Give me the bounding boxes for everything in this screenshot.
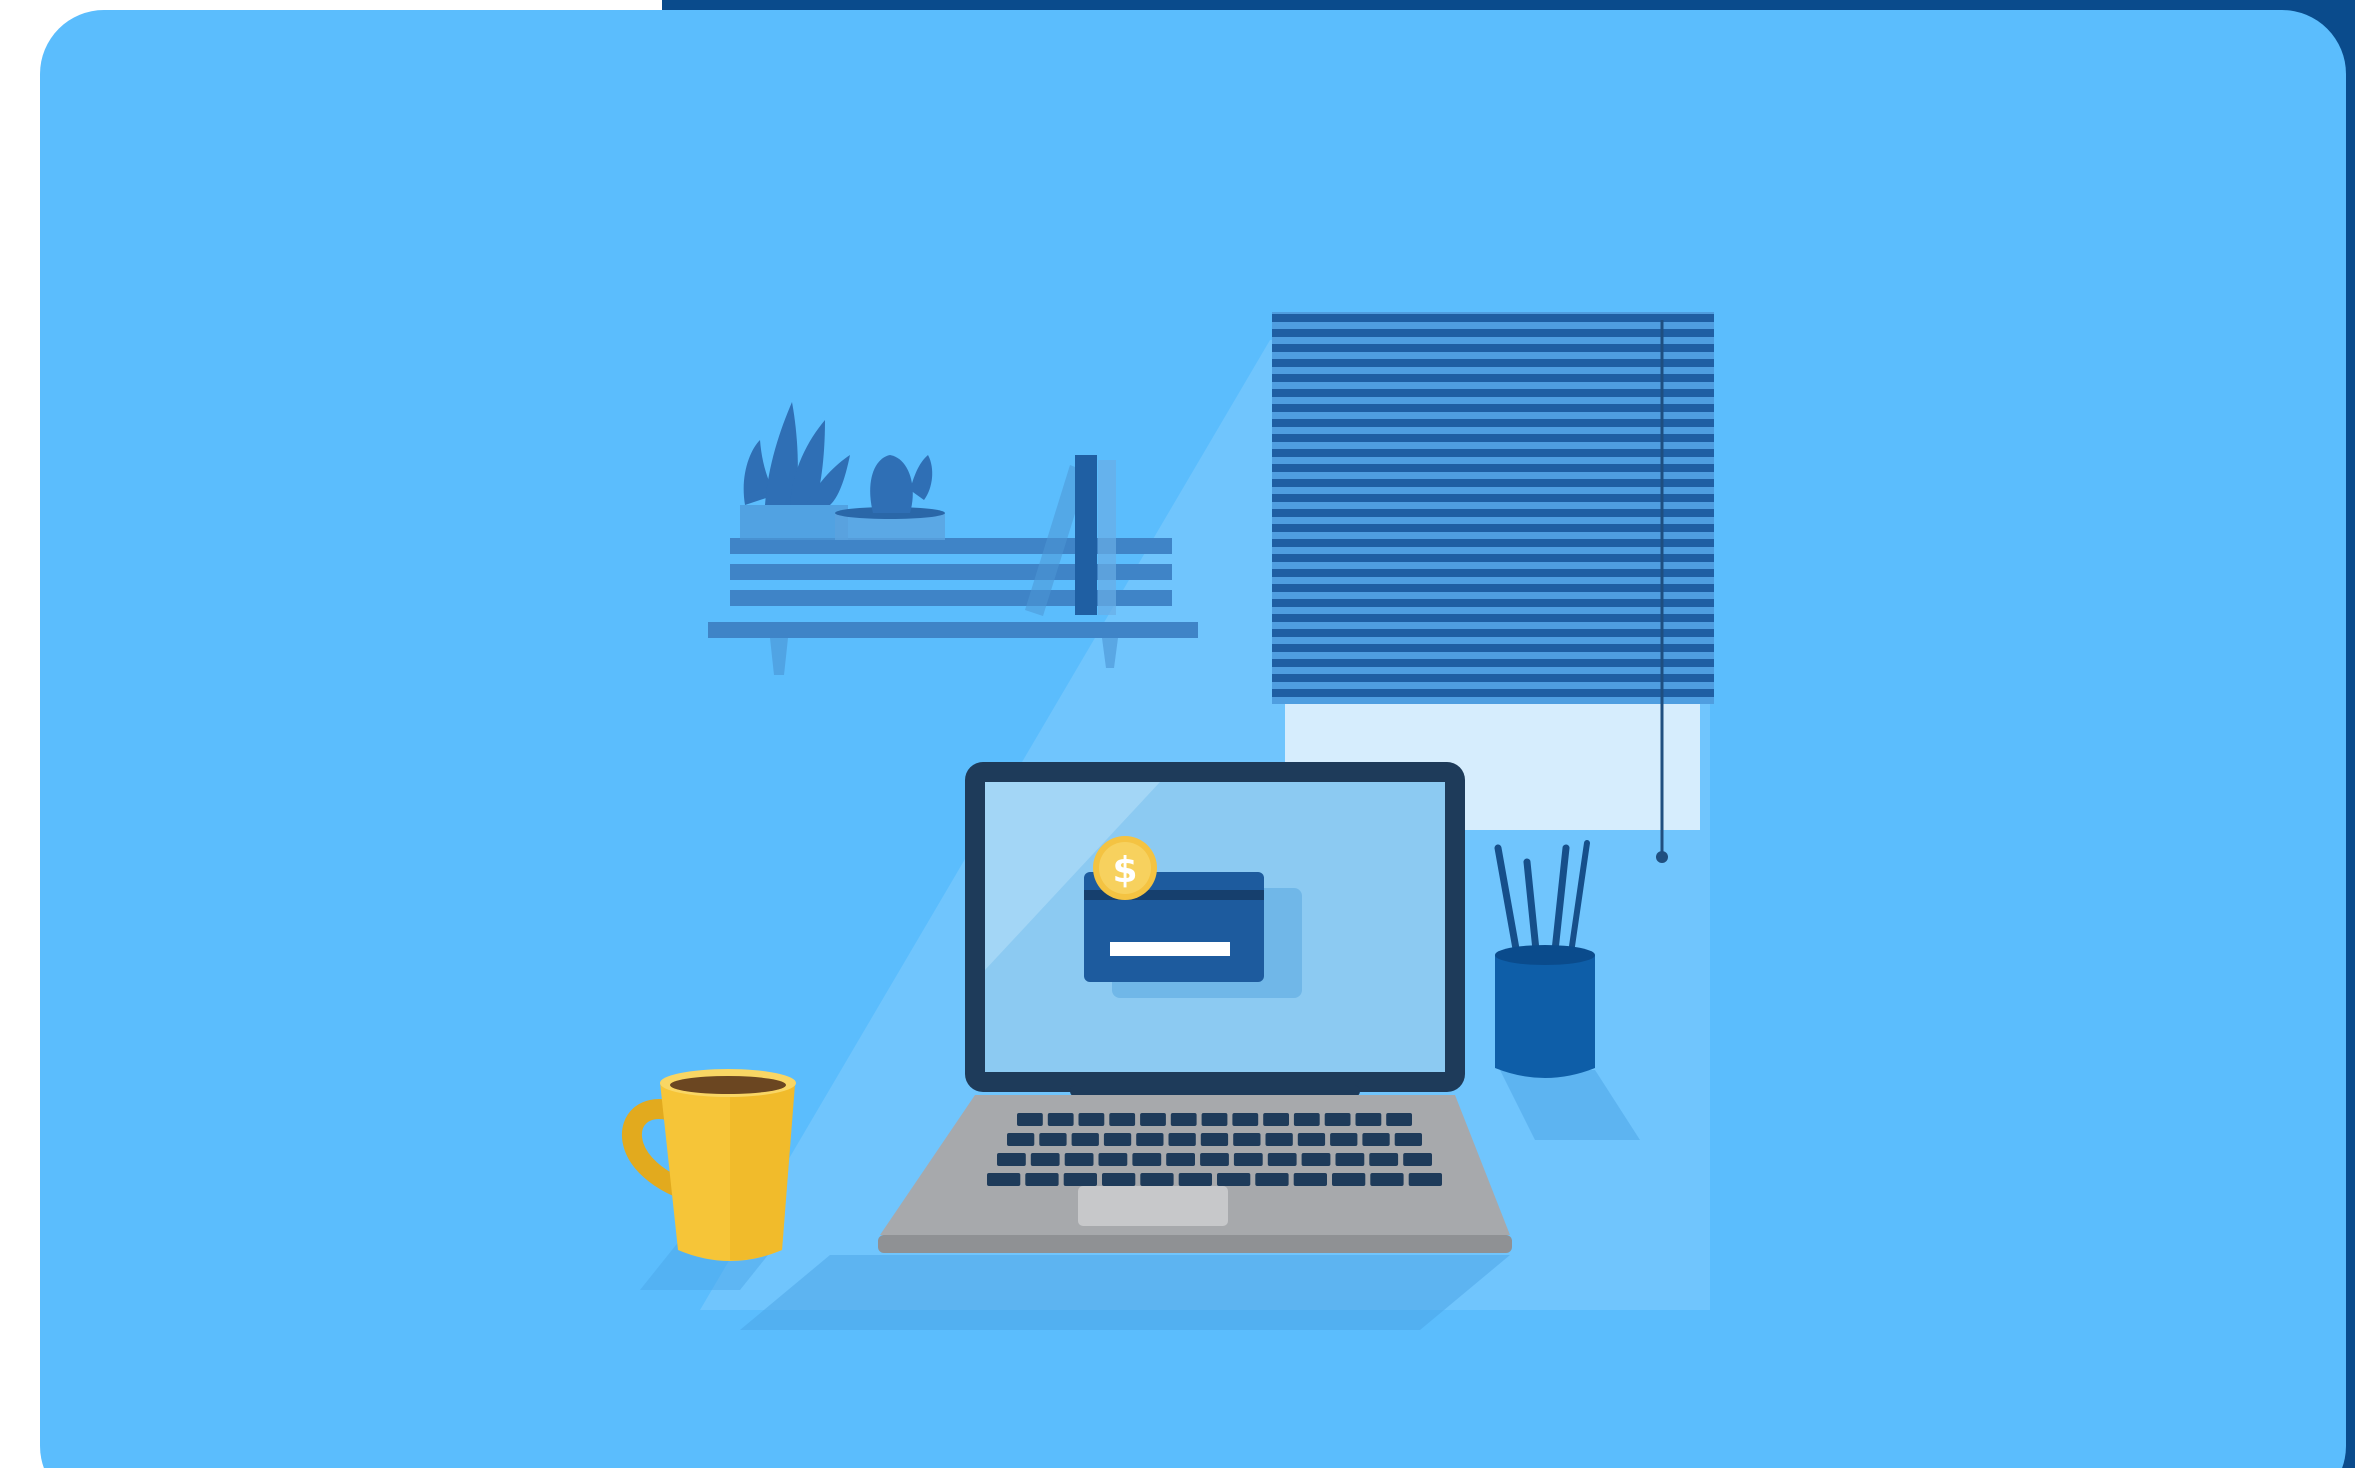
keyboard-key bbox=[1301, 1153, 1331, 1166]
blind-slat bbox=[1272, 374, 1714, 382]
keyboard-key bbox=[1025, 1173, 1059, 1186]
keyboard-key bbox=[1293, 1173, 1327, 1186]
keyboard-key bbox=[1297, 1133, 1326, 1146]
keyboard-key bbox=[1324, 1113, 1351, 1126]
keyboard-key bbox=[1136, 1133, 1164, 1146]
hero-card: $ bbox=[40, 10, 2346, 1468]
blind-slat bbox=[1272, 524, 1714, 532]
keyboard-key bbox=[1200, 1153, 1229, 1166]
keyboard-key bbox=[1047, 1113, 1074, 1126]
blind-slat bbox=[1272, 314, 1714, 322]
keyboard-key bbox=[1103, 1133, 1132, 1146]
keyboard-key bbox=[1017, 1113, 1043, 1126]
blind-slat bbox=[1272, 584, 1714, 592]
blind-slat bbox=[1272, 329, 1714, 337]
keyboard-key bbox=[1370, 1173, 1404, 1186]
plant-icon bbox=[740, 402, 850, 540]
keyboard-key bbox=[1030, 1153, 1060, 1166]
blind-slat bbox=[1272, 389, 1714, 397]
keyboard-key bbox=[1168, 1133, 1196, 1146]
blind-slat bbox=[1272, 629, 1714, 637]
keyboard-key bbox=[1263, 1113, 1289, 1126]
laptop-icon bbox=[878, 762, 1512, 1253]
keyboard-key bbox=[1394, 1133, 1422, 1146]
keyboard-key bbox=[1265, 1133, 1293, 1146]
keyboard-key bbox=[1232, 1113, 1259, 1126]
keyboard-key bbox=[1132, 1153, 1162, 1166]
keyboard-key bbox=[1386, 1113, 1412, 1126]
blind-slat bbox=[1272, 434, 1714, 442]
keyboard-key bbox=[1330, 1133, 1358, 1146]
blind-slat bbox=[1272, 359, 1714, 367]
keyboard-key bbox=[1109, 1113, 1136, 1126]
blind-slat bbox=[1272, 449, 1714, 457]
coin-symbol: $ bbox=[1112, 850, 1137, 891]
blind-slat bbox=[1272, 419, 1714, 427]
blind-slat bbox=[1272, 464, 1714, 472]
keyboard-key bbox=[1332, 1173, 1366, 1186]
keyboard-key bbox=[1039, 1133, 1067, 1146]
keyboard-key bbox=[1140, 1113, 1166, 1126]
keyboard-key bbox=[1007, 1133, 1035, 1146]
keyboard-key bbox=[1362, 1133, 1390, 1146]
blind-slat bbox=[1272, 659, 1714, 667]
keyboard-key bbox=[1255, 1173, 1289, 1186]
keyboard-key bbox=[1335, 1153, 1365, 1166]
blind-slat bbox=[1272, 539, 1714, 547]
keyboard-key bbox=[1369, 1153, 1399, 1166]
keyboard-key bbox=[997, 1153, 1026, 1166]
blind-slat bbox=[1272, 599, 1714, 607]
keyboard-key bbox=[1233, 1153, 1263, 1166]
keyboard-key bbox=[1078, 1113, 1105, 1126]
keyboard-key bbox=[1200, 1133, 1229, 1146]
keyboard-key bbox=[1098, 1153, 1128, 1166]
blind-slat bbox=[1272, 479, 1714, 487]
keyboard-key bbox=[1170, 1113, 1197, 1126]
keyboard-key bbox=[1178, 1173, 1212, 1186]
keyboard-key bbox=[1217, 1173, 1251, 1186]
keyboard-key bbox=[1408, 1173, 1442, 1186]
keyboard-key bbox=[1102, 1173, 1136, 1186]
blind-slat bbox=[1272, 569, 1714, 577]
page: $ bbox=[0, 0, 2355, 1468]
trackpad bbox=[1078, 1186, 1228, 1226]
keyboard-key bbox=[1403, 1153, 1432, 1166]
laptop-shadow bbox=[740, 1255, 1510, 1330]
keyboard-key bbox=[1140, 1173, 1174, 1186]
blind-slat bbox=[1272, 494, 1714, 502]
keyboard-key bbox=[1071, 1133, 1099, 1146]
blind-slat bbox=[1272, 674, 1714, 682]
keyboard-key bbox=[1233, 1133, 1261, 1146]
keyboard-key bbox=[1355, 1113, 1382, 1126]
keyboard-key bbox=[1166, 1153, 1195, 1166]
keyboard-key bbox=[1201, 1113, 1228, 1126]
cactus-icon bbox=[835, 455, 945, 540]
blind-slat bbox=[1272, 689, 1714, 697]
keyboard-key bbox=[1063, 1173, 1097, 1186]
keyboard-key bbox=[987, 1173, 1021, 1186]
blind-slat bbox=[1272, 509, 1714, 517]
keyboard-key bbox=[1267, 1153, 1297, 1166]
blind-slat bbox=[1272, 344, 1714, 352]
blind-slat bbox=[1272, 404, 1714, 412]
blind-slat bbox=[1272, 644, 1714, 652]
online-payment-illustration: $ bbox=[621, 312, 1714, 1330]
coin-icon: $ bbox=[1093, 836, 1157, 900]
keyboard-key bbox=[1064, 1153, 1094, 1166]
keyboard-key bbox=[1293, 1113, 1320, 1126]
blind-slat bbox=[1272, 554, 1714, 562]
blind-slat bbox=[1272, 614, 1714, 622]
